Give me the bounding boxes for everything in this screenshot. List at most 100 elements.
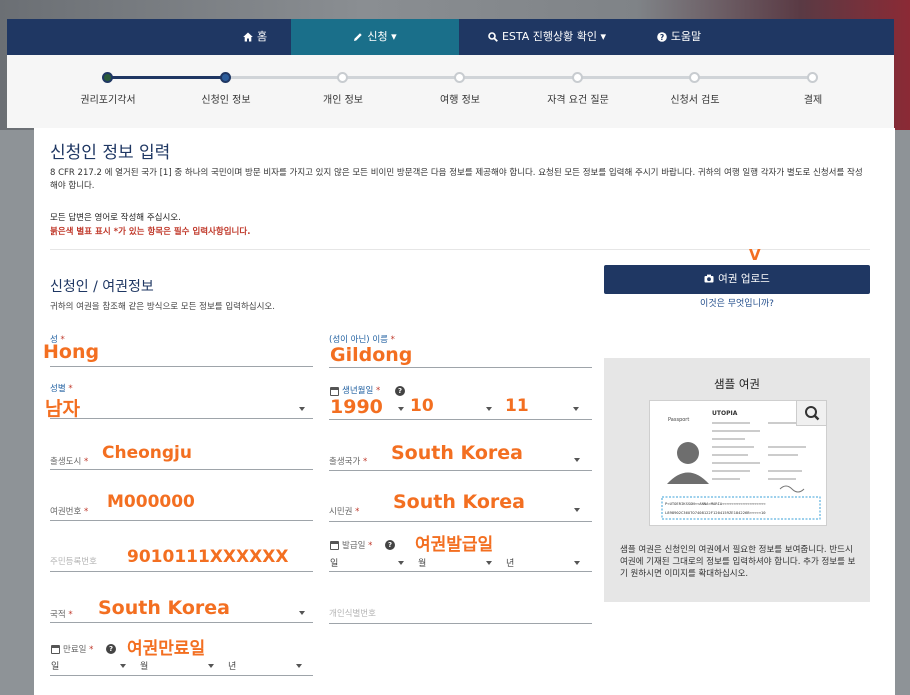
mrz-line-1: P<UTOERIKSSON<<ANNA<MARIA<<<<<<<<<<<<<<<… [665, 501, 766, 506]
surname-value[interactable]: Hong [43, 341, 99, 363]
chevron-down-icon [208, 664, 214, 668]
question-icon[interactable]: ? [395, 386, 405, 396]
annotation-mark: V [749, 246, 761, 264]
nav-apply[interactable]: 신청 ▾ [291, 19, 459, 55]
question-icon[interactable]: ? [385, 540, 395, 550]
expiry-month-select[interactable]: 월 [140, 659, 148, 672]
calendar-icon [330, 541, 339, 550]
birth-date-label-text: 생년월일 [342, 386, 374, 396]
step-dot-eligibility [572, 72, 583, 83]
chevron-down-icon [486, 561, 492, 565]
nationality-select[interactable]: South Korea [98, 597, 230, 619]
chevron-down-icon [573, 407, 579, 411]
chevron-down-icon: ▾ [387, 30, 397, 43]
passport-upload-button[interactable]: 여권 업로드 [604, 265, 870, 294]
nationality-label: 국적 * [50, 610, 73, 620]
gender-label-text: 성별 [50, 384, 66, 394]
step-label-travel: 여행 정보 [440, 95, 480, 106]
issue-day-select[interactable]: 일 [330, 556, 338, 569]
birth-country-select[interactable]: South Korea [391, 442, 523, 464]
expiry-day-select[interactable]: 일 [51, 659, 59, 672]
national-id-value[interactable]: 9010111XXXXXX [127, 547, 288, 567]
chevron-down-icon [299, 407, 305, 411]
sample-passport-description: 샘플 여권은 신청인의 여권에서 필요한 정보를 보여줍니다. 반드시 여권에 … [620, 545, 856, 579]
personal-id-placeholder[interactable]: 개인식별번호 [329, 607, 376, 619]
question-icon[interactable]: ? [106, 644, 116, 654]
required-note: 붉은색 별표 표시 *가 있는 항목은 필수 입력사항입니다. [50, 227, 251, 237]
birth-country-underline [329, 470, 592, 471]
nav-status[interactable]: ESTA 진행상황 확인 ▾ [459, 19, 635, 55]
step-dot-review [689, 72, 700, 83]
chevron-down-icon [574, 458, 580, 462]
chevron-down-icon [398, 561, 404, 565]
passport-number-label-text: 여권번호 [50, 507, 82, 517]
birth-month-select[interactable]: 10 [410, 396, 434, 416]
citizenship-select[interactable]: South Korea [393, 491, 525, 513]
sample-passport-title: 샘플 여권 [714, 377, 760, 391]
mrz-line-2: L898902C36UTO7408122F1204159ZE184226B<<<… [665, 510, 766, 515]
given-name-underline [329, 367, 592, 368]
expiry-date-underline [50, 675, 313, 676]
issue-date-label: 발급일 * [342, 541, 373, 551]
step-dot-waiver [102, 72, 113, 83]
passport-word: Passport [668, 417, 689, 423]
nav-help-label: 도움말 [670, 30, 702, 43]
page-title: 신청인 정보 입력 [50, 143, 171, 163]
expiry-date-label: 만료일 * [63, 645, 94, 655]
birth-date-label: 생년월일 * [342, 386, 381, 396]
step-label-review: 신청서 검토 [670, 95, 720, 106]
divider [50, 249, 870, 250]
top-nav: 홈 신청 ▾ ESTA 진행상황 확인 ▾ ? 도움말 [7, 19, 894, 55]
surname-underline [50, 366, 313, 367]
nationality-underline [50, 622, 313, 623]
issue-date-label-text: 발급일 [342, 541, 366, 551]
chevron-down-icon [120, 664, 126, 668]
camera-icon [704, 273, 718, 285]
zoom-button[interactable] [796, 400, 827, 426]
chevron-down-icon [574, 561, 580, 565]
upload-help-link[interactable]: 이것은 무엇입니까? [604, 296, 870, 309]
progress-steps: 권리포기각서 신청인 정보 개인 정보 여행 정보 자격 요건 질문 신청서 검… [7, 55, 894, 128]
citizenship-label-text: 시민권 [329, 507, 353, 517]
step-label-waiver[interactable]: 권리포기각서 [80, 91, 135, 106]
step-label-applicant[interactable]: 신청인 정보 [201, 91, 250, 106]
birth-year-select[interactable]: 1990 [330, 396, 383, 418]
chevron-down-icon: ▾ [597, 30, 607, 43]
pencil-icon [353, 30, 367, 43]
step-label-personal: 개인 정보 [323, 95, 363, 106]
steps-line-pending [225, 76, 812, 79]
birth-city-underline [50, 469, 313, 470]
nav-home[interactable]: 홈 [212, 19, 298, 55]
chevron-down-icon [299, 611, 305, 615]
nationality-label-text: 국적 [50, 610, 66, 620]
expiry-year-select[interactable]: 년 [228, 659, 236, 672]
step-label-payment: 결제 [803, 95, 823, 106]
step-label-eligibility: 자격 요건 질문 [547, 95, 609, 106]
birth-country-label-text: 출생국가 [329, 457, 361, 467]
nav-apply-label: 신청 [367, 30, 388, 43]
issue-year-select[interactable]: 년 [506, 556, 514, 569]
chevron-down-icon [486, 407, 492, 411]
steps-line-done [107, 76, 225, 79]
home-icon [243, 30, 257, 43]
birth-city-value[interactable]: Cheongju [102, 443, 192, 463]
chevron-down-icon [574, 508, 580, 512]
passport-country: UTOPIA [712, 410, 738, 417]
chevron-down-icon [398, 407, 404, 411]
step-dot-applicant [220, 72, 231, 83]
birth-day-select[interactable]: 11 [505, 396, 529, 416]
given-name-value[interactable]: Gildong [330, 344, 412, 366]
passport-number-label: 여권번호 * [50, 507, 89, 517]
calendar-icon [51, 645, 60, 654]
step-dot-payment [807, 72, 818, 83]
birth-city-label-text: 출생도시 [50, 457, 82, 467]
gender-select[interactable]: 남자 [45, 394, 80, 421]
national-id-underline [50, 571, 313, 572]
step-dot-travel [454, 72, 465, 83]
nav-help[interactable]: ? 도움말 [635, 19, 723, 55]
issue-month-select[interactable]: 월 [418, 556, 426, 569]
section-title: 신청인 / 여권정보 [50, 279, 154, 295]
calendar-icon [330, 387, 339, 396]
citizenship-underline [329, 521, 592, 522]
passport-number-value[interactable]: M000000 [107, 492, 195, 512]
